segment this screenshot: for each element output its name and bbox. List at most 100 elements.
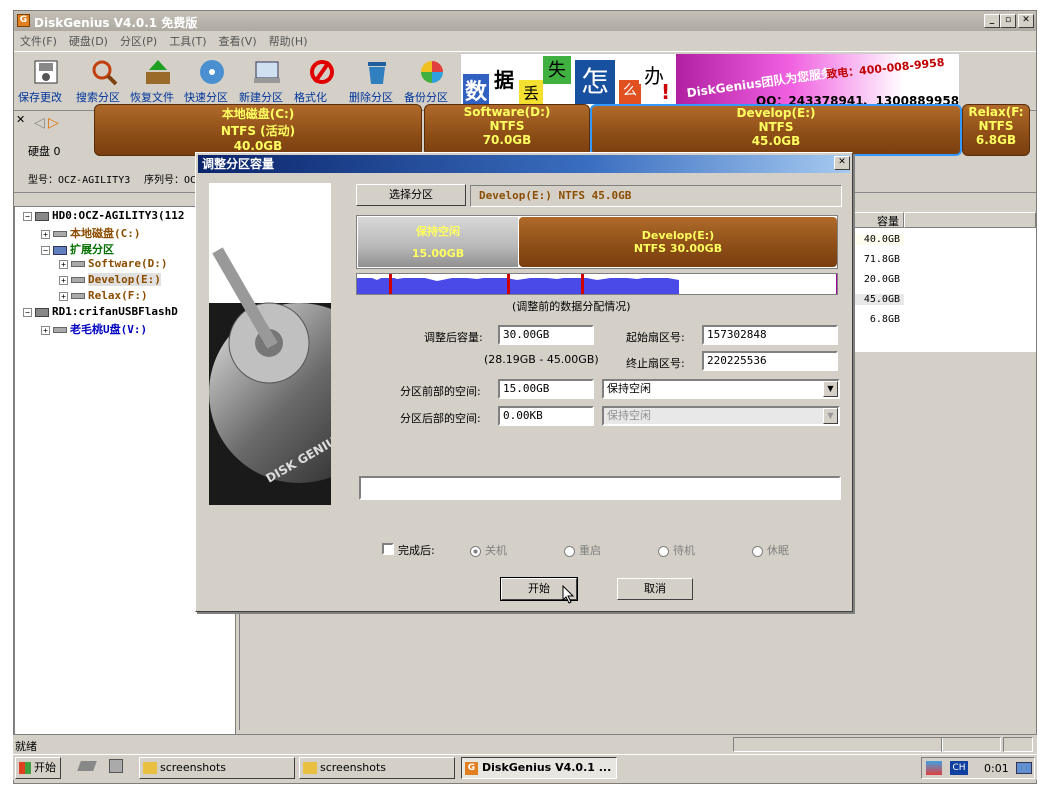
ad-banner[interactable]: 数 据 丢 失 怎 么 办 ! DiskGenius团队为您服务 致电：400-… [460,53,960,109]
status-text: 就绪 [15,740,37,753]
menu-view[interactable]: 查看(V) [213,31,263,51]
new-size-label: 调整后容量: [424,331,483,344]
desktop-icon[interactable] [1016,762,1032,774]
free-space-block[interactable]: 保持空闲 15.00GB [358,217,518,267]
size-range: (28.19GB - 45.00GB) [484,353,599,366]
backup-icon [416,57,448,87]
table-row[interactable]: 6.8GB [848,314,904,325]
new-partition-button[interactable]: 新建分区 [239,57,295,111]
partition-visual: 保持空闲 15.00GB Develop(E:) NTFS 30.00GB [356,215,838,269]
maximize-button[interactable]: ▫ [1000,14,1016,28]
tree-node-v[interactable]: + 老毛桃U盘(V:) [41,321,147,337]
search-icon [88,57,120,87]
menu-disk[interactable]: 硬盘(D) [63,31,114,51]
partition-block-f[interactable]: Relax(F: NTFS 6.8GB [962,104,1030,156]
table-row[interactable]: 45.0GB [848,294,904,305]
mouse-cursor-icon [562,585,575,604]
save-changes-button[interactable]: 保存更改 [18,57,74,111]
language-indicator[interactable]: CH [950,761,968,775]
backup-partition-button[interactable]: 备份分区 [404,57,460,111]
ad-chars: 数 据 丢 失 怎 么 办 ! [461,54,691,108]
partition-block-d[interactable]: Software(D:) NTFS 70.0GB [424,104,590,156]
tree-node-rd1[interactable]: − RD1:crifanUSBFlashD [23,305,178,318]
new-partition-icon [251,57,283,87]
restart-radio: 重启 [564,542,601,558]
done-checkbox[interactable] [382,543,394,555]
windows-logo-icon [19,762,31,774]
trash-icon [361,57,393,87]
taskbar: 开始 screenshots screenshots G DiskGenius V… [13,754,1037,780]
partition-block-e[interactable]: Develop(E:) NTFS 45.0GB [590,104,962,156]
chevron-down-icon: ▼ [823,408,838,424]
disk-model: 型号：OCZ-AGILITY3 [28,175,131,186]
tree-node-e[interactable]: + Develop(E:) [59,273,161,286]
format-icon [306,57,338,87]
select-partition-button[interactable]: 选择分区 [356,184,466,206]
close-button[interactable]: ✕ [1018,14,1034,28]
system-tray: CH 0:01 [921,757,1035,779]
develop-partition-block[interactable]: Develop(E:) NTFS 30.00GB [519,217,837,267]
extended-icon [53,245,67,255]
disc-icon [196,57,228,87]
table-row[interactable]: 20.0GB [848,274,904,285]
tree-node-hd0[interactable]: − HD0:OCZ-AGILITY3(112 [23,209,184,222]
monitor-icon[interactable] [926,761,942,775]
resize-partition-dialog: 调整分区容量 ✕ DISK GENIUS 选择分区 Develop(E:) NT… [195,152,853,612]
partition-table: 容量 40.0GB 71.8GB 20.0GB 45.0GB 6.8GB [848,212,1036,352]
before-space-select[interactable]: 保持空闲 ▼ [602,379,840,399]
dialog-title-bar: 调整分区容量 [198,155,850,173]
done-label: 完成后: [398,544,435,557]
window-title: DiskGenius V4.0.1 免费版 [34,16,198,30]
drive-icon [53,231,67,237]
table-row[interactable]: 71.8GB [848,254,904,265]
tree-node-extended[interactable]: − 扩展分区 [41,241,114,257]
before-space-label: 分区前部的空间: [400,385,481,398]
quick-partition-button[interactable]: 快速分区 [184,57,240,111]
taskbar-item-screenshots-2[interactable]: screenshots [299,757,455,779]
tree-node-f[interactable]: + Relax(F:) [59,289,148,302]
taskbar-item-diskgenius[interactable]: G DiskGenius V4.0.1 ... [461,757,617,779]
before-space-input[interactable]: 15.00GB [498,379,594,399]
disk-serial: 序列号：OC [144,175,197,186]
dialog-close-button[interactable]: ✕ [834,156,850,170]
minimize-button[interactable]: _ [984,14,1000,28]
format-button[interactable]: 格式化 [294,57,350,111]
delete-partition-button[interactable]: 删除分区 [349,57,405,111]
menu-help[interactable]: 帮助(H) [263,31,314,51]
after-space-select: 保持空闲 ▼ [602,406,840,426]
menu-file[interactable]: 文件(F) [14,31,63,51]
start-sector-input[interactable]: 157302848 [702,325,838,345]
prev-disk-button[interactable]: ◁ [34,115,45,131]
table-row[interactable]: 40.0GB [848,234,904,245]
search-partition-button[interactable]: 搜索分区 [76,57,132,111]
status-bar: 就绪 [13,734,1037,754]
standby-radio: 待机 [658,542,695,558]
quick-launch-printer-icon[interactable] [109,759,123,773]
tree-node-c[interactable]: + 本地磁盘(C:) [41,225,141,241]
panel-close-icon[interactable]: ✕ [16,113,25,126]
quick-launch-eraser-icon[interactable] [77,761,97,771]
drive-icon [71,293,85,299]
folder-icon [143,762,157,774]
next-disk-button[interactable]: ▷ [48,115,59,131]
status-pane-1 [733,737,943,752]
ad-contact: DiskGenius团队为您服务 致电：400-008-9958 QQ：2433… [676,54,959,108]
app-icon: G [17,14,30,27]
menu-tools[interactable]: 工具(T) [163,31,212,51]
recover-files-button[interactable]: 恢复文件 [130,57,186,111]
new-size-input[interactable]: 30.00GB [498,325,594,345]
end-sector-input[interactable]: 220225536 [702,351,838,371]
tree-node-d[interactable]: + Software(D:) [59,257,167,270]
menu-partition[interactable]: 分区(P) [114,31,163,51]
disk-label: 硬盘 0 [28,145,61,158]
taskbar-item-screenshots-1[interactable]: screenshots [139,757,295,779]
title-bar: G DiskGenius V4.0.1 免费版 _ ▫ ✕ [14,11,1036,31]
start-menu-button[interactable]: 开始 [15,757,61,779]
cancel-button[interactable]: 取消 [617,578,693,600]
partition-block-c[interactable]: 本地磁盘(C:) NTFS (活动) 40.0GB [94,104,422,156]
table-header-capacity: 容量 [848,212,904,228]
after-space-label: 分区后部的空间: [400,412,481,425]
status-pane-2 [941,737,1001,752]
after-space-input[interactable]: 0.00KB [498,406,594,426]
status-pane-3 [1003,737,1033,752]
